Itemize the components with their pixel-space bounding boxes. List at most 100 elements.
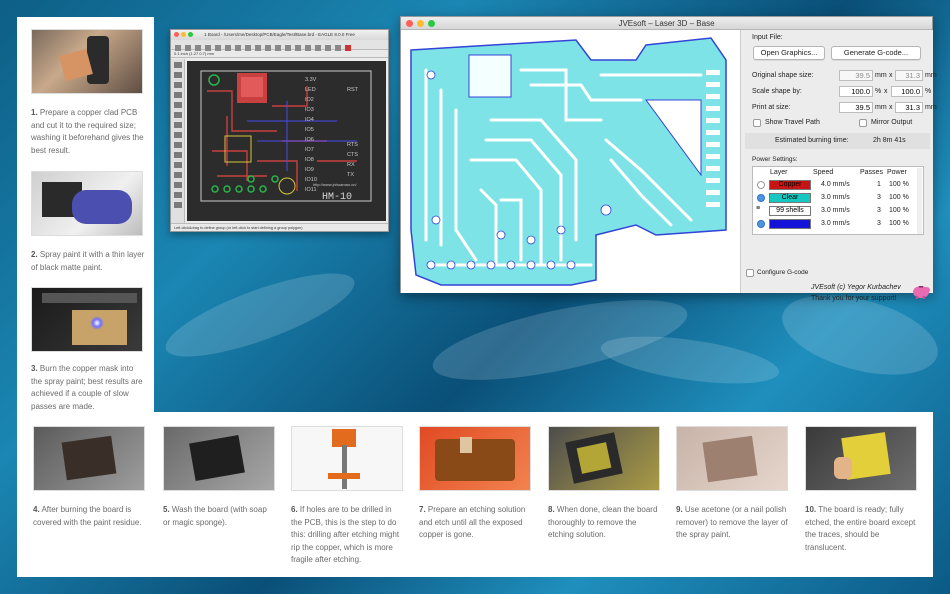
status-text: Left-click&drag to define group (or left… <box>174 226 303 230</box>
photo-washed-board <box>163 426 275 491</box>
photo-acetone-board <box>676 426 788 491</box>
pin-label: IO9 <box>305 167 314 173</box>
scale-y-field[interactable]: 100.0 <box>891 86 923 97</box>
print-width-field[interactable]: 39.5 <box>839 102 873 113</box>
table-row-passes[interactable]: 1 <box>877 181 881 188</box>
coord-readout: 0.1 inch (1.27 0.7) mm <box>174 51 215 56</box>
eagle-tool-palette[interactable] <box>171 59 185 224</box>
scale-x-field[interactable]: 100.0 <box>839 86 873 97</box>
pin-label: LED <box>305 87 316 93</box>
minimize-icon[interactable] <box>417 20 424 27</box>
power-settings-label: Power Settings: <box>752 156 798 163</box>
pin-label: IO4 <box>305 117 314 123</box>
eagle-toolbar[interactable] <box>171 40 388 51</box>
print-height-field[interactable]: 31.3 <box>895 102 923 113</box>
unit-label: x <box>884 88 888 95</box>
table-row-power[interactable]: 100 % <box>889 220 909 227</box>
original-width-field: 39.5 <box>839 70 873 81</box>
laser-titlebar[interactable]: JVEsoft – Laser 3D – Base <box>401 17 932 30</box>
input-file-label: Input File: <box>752 34 783 41</box>
col-header-power[interactable]: Power <box>887 169 907 176</box>
configure-gcode-checkbox[interactable] <box>746 269 754 277</box>
pin-label: IO2 <box>305 97 314 103</box>
photo-etching-tray <box>419 426 531 491</box>
layer-toggle-radio[interactable] <box>757 194 765 202</box>
left-steps-panel: 1. Prepare a copper clad PCB and cut it … <box>17 17 154 413</box>
table-row-passes[interactable]: 3 <box>877 220 881 227</box>
original-size-label: Original shape size: <box>752 72 814 79</box>
credit-text: JVEsoft (c) Yegor Kurbachev <box>811 284 901 291</box>
step-3-caption: 3. Burn the copper mask into the spray p… <box>31 364 143 411</box>
pin-label: IO7 <box>305 147 314 153</box>
step-6-caption: 6. If holes are to be drilled in the PCB… <box>291 505 400 564</box>
pcb-trace-preview <box>410 37 727 286</box>
pcb-layout-drawing: 3.3V LED IO2 IO3 IO4 IO5 IO6 IO7 IO8 IO9… <box>200 70 372 203</box>
step-7-caption: 7. Prepare an etching solution and etch … <box>419 505 526 539</box>
pin-label: CTS <box>347 152 358 158</box>
unit-label: % <box>925 88 932 95</box>
unit-label: mm <box>925 104 937 111</box>
table-row-layer-swatch[interactable]: Copper <box>769 180 811 190</box>
table-row-speed[interactable]: 3.0 mm/s <box>821 220 850 227</box>
pin-label: RST <box>347 87 359 93</box>
pin-label: 3.3V <box>305 77 317 83</box>
open-graphics-button[interactable]: Open Graphics... <box>753 46 825 60</box>
close-icon[interactable] <box>406 20 413 27</box>
eagle-board-canvas[interactable]: 3.3V LED IO2 IO3 IO4 IO5 IO6 IO7 IO8 IO9… <box>187 61 386 221</box>
burn-time-box: Estimated burning time: 2h 8m 41s <box>745 133 930 149</box>
table-scrollbar[interactable] <box>917 168 922 234</box>
mirror-output-label: Mirror Output <box>871 119 913 126</box>
laser-preview-canvas[interactable] <box>401 30 740 293</box>
photo-drill-press <box>291 426 403 491</box>
unit-label: mm <box>925 72 937 79</box>
power-settings-table[interactable]: Layer Speed Passes Power Copper 4.0 mm/s… <box>752 166 924 235</box>
photo-copper-board <box>31 29 143 94</box>
menu-lines-icon[interactable]: ≡ <box>756 206 765 212</box>
layer-toggle-radio[interactable] <box>757 181 765 189</box>
table-row-passes[interactable]: 3 <box>877 194 881 201</box>
table-row-power[interactable]: 100 % <box>889 207 909 214</box>
photo-spray-paint <box>31 171 143 236</box>
photo-cleaned-board <box>548 426 660 491</box>
generate-gcode-button[interactable]: Generate G-code... <box>831 46 921 60</box>
table-row-layer-swatch[interactable]: Clear <box>769 193 811 203</box>
step-10-caption: 10. The board is ready; fully etched, th… <box>805 505 916 552</box>
step-9-caption: 9. Use acetone (or a nail polish remover… <box>676 505 788 539</box>
minimize-icon[interactable] <box>181 32 186 37</box>
table-row-passes[interactable]: 3 <box>877 207 881 214</box>
print-size-label: Print at size: <box>752 104 791 111</box>
table-row-layer-swatch[interactable]: 99 shells <box>769 206 811 216</box>
col-header-layer[interactable]: Layer <box>770 169 788 176</box>
eagle-titlebar[interactable]: 1 Board - /Users/me/Desktop/PCB/Eagle/Te… <box>171 30 388 40</box>
pin-label: RX <box>347 162 355 168</box>
table-row-power[interactable]: 100 % <box>889 181 909 188</box>
photo-residue-board <box>33 426 145 491</box>
table-row-speed[interactable]: 4.0 mm/s <box>821 181 850 188</box>
zoom-icon[interactable] <box>188 32 193 37</box>
mirror-output-checkbox[interactable] <box>859 119 867 127</box>
table-row-power[interactable]: 100 % <box>889 194 909 201</box>
col-header-speed[interactable]: Speed <box>813 169 833 176</box>
table-row-speed[interactable]: 3.0 mm/s <box>821 194 850 201</box>
step-5-caption: 5. Wash the board (with soap or magic sp… <box>163 505 267 527</box>
step-8-caption: 8. When done, clean the board thoroughly… <box>548 505 658 539</box>
col-header-passes[interactable]: Passes <box>860 169 883 176</box>
configure-gcode-label: Configure G-code <box>757 269 809 276</box>
show-travel-label: Show Travel Path <box>765 119 820 126</box>
ocean-highlight <box>157 257 363 373</box>
unit-label: mm <box>875 104 887 111</box>
burn-time-label: Estimated burning time: <box>775 137 849 144</box>
layer-toggle-radio[interactable] <box>757 220 765 228</box>
pin-label: IO11 <box>305 187 317 193</box>
zoom-icon[interactable] <box>428 20 435 27</box>
show-travel-checkbox[interactable] <box>753 119 761 127</box>
eagle-statusbar: Left-click&drag to define group (or left… <box>171 223 388 231</box>
eagle-window[interactable]: 1 Board - /Users/me/Desktop/PCB/Eagle/Te… <box>170 29 389 232</box>
laser-window[interactable]: JVEsoft – Laser 3D – Base Input File: Op… <box>400 16 937 302</box>
table-row-layer-swatch[interactable] <box>769 219 811 229</box>
ocean-highlight <box>598 327 782 393</box>
step-1-caption: 1. Prepare a copper clad PCB and cut it … <box>31 108 144 155</box>
piggy-bank-icon[interactable] <box>911 283 931 299</box>
close-icon[interactable] <box>174 32 179 37</box>
table-row-speed[interactable]: 3.0 mm/s <box>821 207 850 214</box>
